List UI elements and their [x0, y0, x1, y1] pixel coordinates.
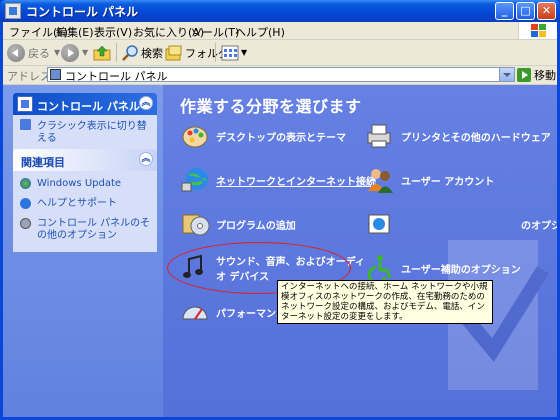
search-icon	[122, 44, 138, 61]
control-panel-icon	[50, 69, 61, 80]
menu-view[interactable]: 表示(V)	[94, 24, 132, 40]
folders-icon	[165, 45, 182, 60]
related-topics-title: 関連項目	[21, 156, 65, 169]
windows-logo-icon	[518, 22, 557, 39]
switch-classic-view-link[interactable]: クラシック表示に切り替える	[13, 115, 157, 153]
menu-help[interactable]: ヘルプ(H)	[235, 24, 285, 40]
control-panel-icon	[17, 96, 33, 112]
minimize-button[interactable]: _	[495, 2, 514, 20]
back-button[interactable]: 戻る ▼	[7, 43, 60, 62]
up-folder-button[interactable]	[93, 43, 111, 62]
windows-update-label: Windows Update	[37, 178, 122, 189]
chevron-down-icon: ▼	[82, 48, 89, 57]
appearance-icon	[182, 126, 208, 148]
related-topics-header[interactable]: 関連項目 ︽	[13, 149, 157, 171]
regional-icon	[368, 214, 390, 234]
category-regional-label: のオプション	[521, 220, 557, 232]
menu-edit[interactable]: 編集(E)	[56, 24, 94, 40]
help-icon	[20, 198, 31, 209]
views-icon	[221, 45, 239, 60]
menu-bar: ファイル(F) 編集(E) 表示(V) お気に入り(A) ツール(T) ヘルプ(…	[3, 22, 557, 40]
help-support-link[interactable]: ヘルプとサポート	[13, 194, 157, 214]
windows-update-icon	[20, 178, 31, 189]
up-folder-icon	[93, 45, 111, 60]
forward-button[interactable]: ▼	[61, 43, 88, 62]
category-add-programs-label: プログラムの追加	[216, 220, 296, 232]
content-area: コントロール パネル ︽ クラシック表示に切り替える 関連項目 ︽ Window…	[3, 85, 557, 417]
category-printers[interactable]: プリンタとその他のハードウェア	[365, 121, 551, 151]
title-bar[interactable]: コントロール パネル _ □ ✕	[0, 0, 560, 22]
accessibility-icon	[367, 255, 392, 283]
toolbar: 戻る ▼ ▼ 検索 フォルダ ▼	[3, 40, 557, 66]
go-button[interactable]: 移動	[517, 67, 556, 83]
performance-icon	[182, 306, 208, 320]
address-value: コントロール パネル	[65, 70, 168, 83]
back-arrow-icon	[7, 43, 25, 62]
address-dropdown-button[interactable]	[499, 68, 514, 81]
category-appearance[interactable]: デスクトップの表示とテーマ	[180, 121, 346, 151]
category-accessibility-label: ユーザー補助のオプション	[401, 264, 521, 276]
network-tooltip: インターネットへの接続、ホーム ネットワークや小規模オフィスのネットワークの作成…	[277, 280, 493, 324]
go-arrow-icon	[517, 68, 531, 82]
address-input[interactable]: コントロール パネル	[47, 67, 515, 83]
toolbar-separator	[116, 43, 117, 62]
category-network[interactable]: ネットワークとインターネット接続	[180, 165, 376, 195]
toolbar-separator	[215, 43, 216, 62]
control-panel-box-title: コントロール パネル	[37, 100, 140, 113]
search-label: 検索	[141, 46, 163, 60]
category-printers-label: プリンタとその他のハードウェア	[401, 132, 551, 144]
network-icon	[181, 168, 208, 192]
menu-tools[interactable]: ツール(T)	[191, 24, 239, 40]
options-icon	[20, 218, 31, 229]
help-support-label: ヘルプとサポート	[37, 198, 117, 209]
switch-classic-view-label: クラシック表示に切り替える	[37, 121, 147, 144]
folders-button[interactable]: フォルダ	[165, 43, 229, 62]
page-heading: 作業する分野を選びます	[180, 97, 362, 116]
category-accessibility[interactable]: ユーザー補助のオプション	[365, 253, 521, 283]
collapse-chevron-icon[interactable]: ︽	[139, 152, 153, 166]
window-title: コントロール パネル	[26, 5, 139, 19]
close-button[interactable]: ✕	[537, 2, 556, 20]
forward-arrow-icon	[61, 43, 79, 62]
control-panel-icon	[5, 3, 21, 19]
other-options-link[interactable]: コントロール パネルのその他のオプション	[13, 214, 157, 246]
address-bar: アドレス(D) コントロール パネル 移動	[3, 66, 557, 85]
back-label: 戻る	[28, 46, 50, 60]
category-network-label: ネットワークとインターネット接続	[216, 176, 376, 188]
users-icon	[368, 169, 393, 193]
window: コントロール パネル _ □ ✕ ファイル(F) 編集(E) 表示(V) お気に…	[0, 0, 560, 420]
views-button[interactable]: ▼	[221, 43, 247, 62]
maximize-button[interactable]: □	[516, 2, 535, 20]
other-options-label: コントロール パネルのその他のオプション	[37, 218, 151, 241]
task-pane: コントロール パネル ︽ クラシック表示に切り替える 関連項目 ︽ Window…	[3, 85, 163, 417]
category-regional[interactable]: のオプション	[365, 209, 557, 239]
printer-icon	[367, 124, 391, 148]
category-add-programs[interactable]: プログラムの追加	[180, 209, 296, 239]
related-topics-box: 関連項目 ︽ Windows Update ヘルプとサポート コントロール パネ…	[13, 149, 157, 252]
chevron-down-icon: ▼	[54, 48, 61, 57]
go-label: 移動	[534, 69, 556, 82]
collapse-chevron-icon[interactable]: ︽	[139, 96, 153, 110]
search-button[interactable]: 検索	[121, 43, 163, 62]
chevron-down-icon: ▼	[241, 48, 248, 57]
control-panel-box-header[interactable]: コントロール パネル ︽	[13, 93, 157, 115]
category-appearance-label: デスクトップの表示とテーマ	[216, 132, 346, 144]
control-panel-box: コントロール パネル ︽ クラシック表示に切り替える	[13, 93, 157, 153]
windows-update-link[interactable]: Windows Update	[13, 174, 157, 194]
add-programs-icon	[182, 214, 210, 236]
category-users[interactable]: ユーザー アカウント	[365, 165, 494, 195]
category-users-label: ユーザー アカウント	[401, 176, 495, 188]
classic-view-icon	[20, 119, 31, 130]
